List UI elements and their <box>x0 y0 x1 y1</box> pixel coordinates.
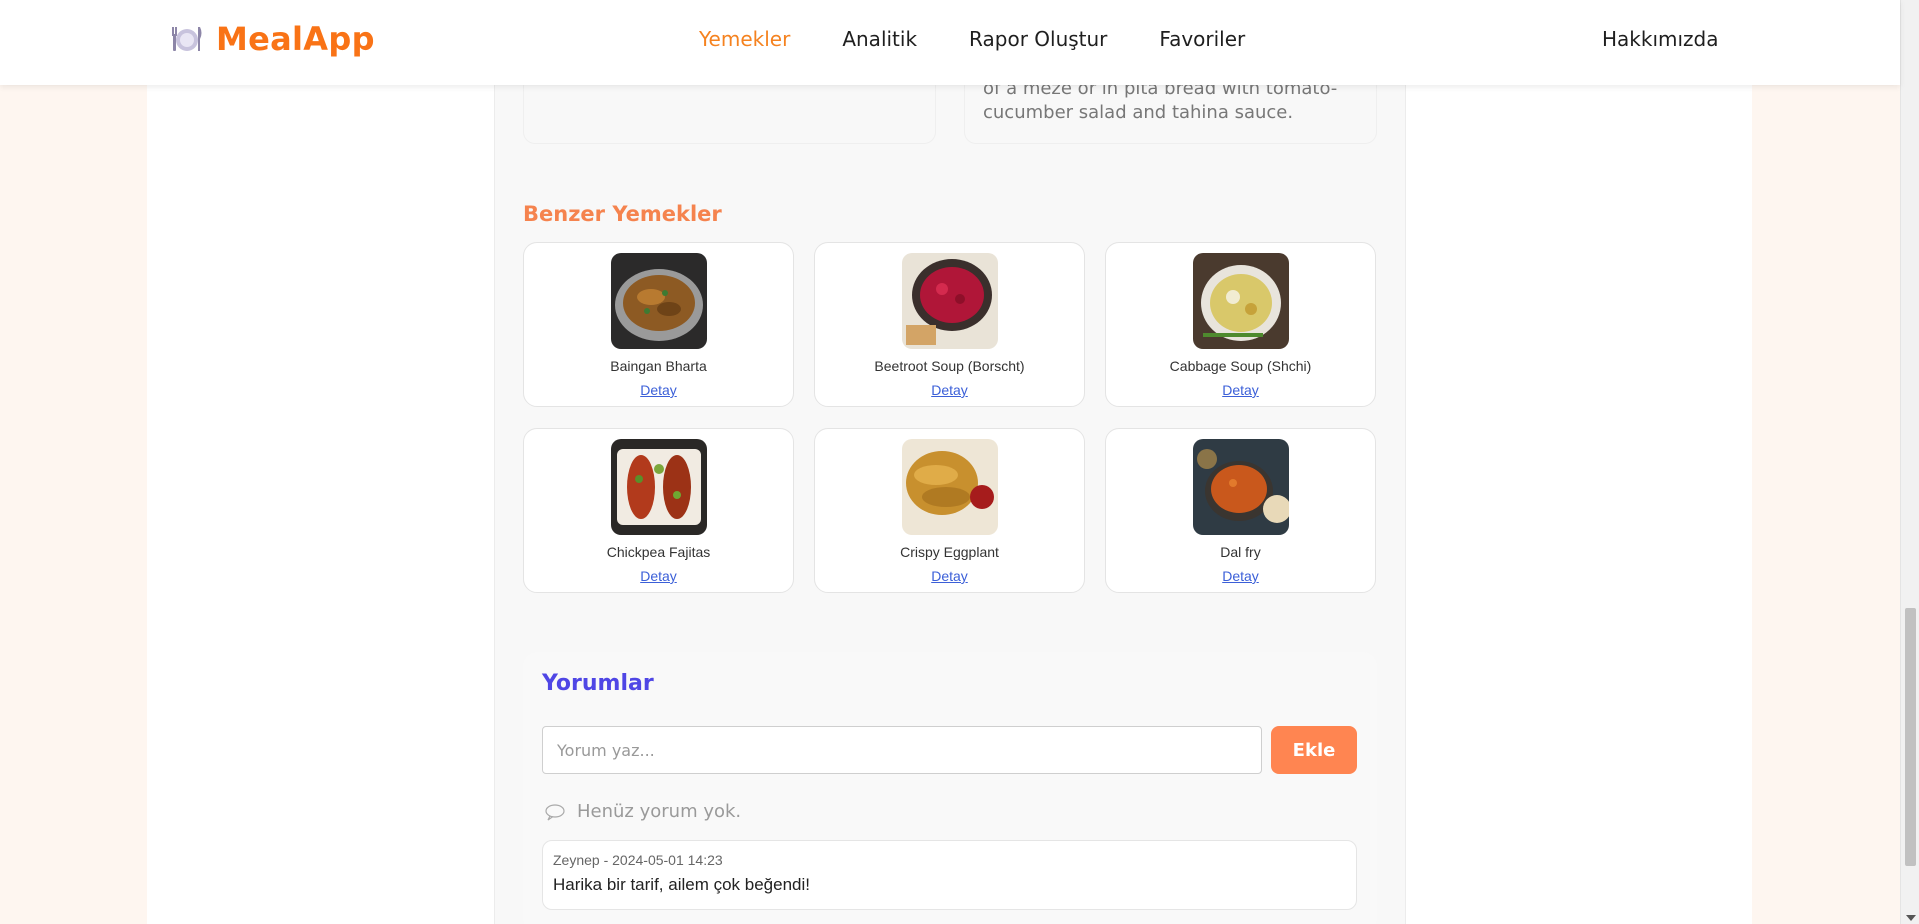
meal-name: Cabbage Soup (Shchi) <box>1169 358 1312 374</box>
meal-name: Crispy Eggplant <box>900 544 999 560</box>
page-scrollbar[interactable] <box>1900 0 1919 924</box>
brand-name: MealApp <box>216 20 375 58</box>
meal-name: Beetroot Soup (Borscht) <box>874 358 1025 374</box>
meal-detail-link[interactable]: Detay <box>640 382 677 398</box>
nav-links: Yemekler Analitik Rapor Oluştur Favorile… <box>699 27 1297 51</box>
meal-name: Dal fry <box>1220 544 1261 560</box>
scrollbar-thumb[interactable] <box>1905 608 1916 866</box>
nav-item-rapor-olustur[interactable]: Rapor Oluştur <box>969 27 1107 51</box>
meal-thumbnail[interactable] <box>901 439 998 535</box>
meal-thumbnail[interactable] <box>1192 439 1289 535</box>
meal-thumbnail[interactable] <box>610 253 707 349</box>
meal-card: Cabbage Soup (Shchi) Detay <box>1105 242 1376 407</box>
nav-item-favoriler[interactable]: Favoriler <box>1159 27 1245 51</box>
nav-item-yemekler[interactable]: Yemekler <box>699 27 790 51</box>
meal-card: Dal fry Detay <box>1105 428 1376 593</box>
meal-detail-link[interactable]: Detay <box>1222 568 1259 584</box>
top-navbar: MealApp Yemekler Analitik Rapor Oluştur … <box>0 0 1900 85</box>
empty-comments-text: Henüz yorum yok. <box>577 801 742 822</box>
comment-meta: Zeynep - 2024-05-01 14:23 <box>553 852 723 868</box>
meal-card: Chickpea Fajitas Detay <box>523 428 794 593</box>
brand-logo[interactable]: MealApp <box>170 20 375 58</box>
comment-text: Harika bir tarif, ailem çok beğendi! <box>553 875 811 894</box>
similar-meals-grid: Baingan Bharta Detay Beetroot Soup (Bors… <box>523 242 1377 593</box>
comments-section: Yorumlar Ekle Henüz yorum yok. Zeynep - … <box>523 652 1377 924</box>
meal-thumbnail[interactable] <box>610 439 707 535</box>
empty-comments-message: Henüz yorum yok. <box>545 801 741 822</box>
meal-thumbnail[interactable] <box>901 253 998 349</box>
similar-meals-title: Benzer Yemekler <box>523 202 722 226</box>
meal-detail-link[interactable]: Detay <box>931 382 968 398</box>
meal-thumbnail[interactable] <box>1192 253 1289 349</box>
nav-item-analitik[interactable]: Analitik <box>842 27 917 51</box>
meal-card: Baingan Bharta Detay <box>523 242 794 407</box>
plate-cutlery-icon <box>172 27 202 51</box>
meal-card: Beetroot Soup (Borscht) Detay <box>814 242 1085 407</box>
meal-detail-link[interactable]: Detay <box>1222 382 1259 398</box>
speech-bubble-icon <box>545 803 565 820</box>
add-comment-button[interactable]: Ekle <box>1271 726 1357 774</box>
comment-input[interactable] <box>542 726 1262 774</box>
meal-detail-link[interactable]: Detay <box>931 568 968 584</box>
comment-item: Zeynep - 2024-05-01 14:23 Harika bir tar… <box>542 840 1357 910</box>
meal-card: Crispy Eggplant Detay <box>814 428 1085 593</box>
comments-title: Yorumlar <box>542 671 654 696</box>
meal-detail-link[interactable]: Detay <box>640 568 677 584</box>
scroll-down-arrow-icon[interactable] <box>1906 915 1916 921</box>
meal-name: Chickpea Fajitas <box>606 544 711 560</box>
nav-item-hakkimizda[interactable]: Hakkımızda <box>1602 27 1719 51</box>
meal-name: Baingan Bharta <box>610 358 707 374</box>
